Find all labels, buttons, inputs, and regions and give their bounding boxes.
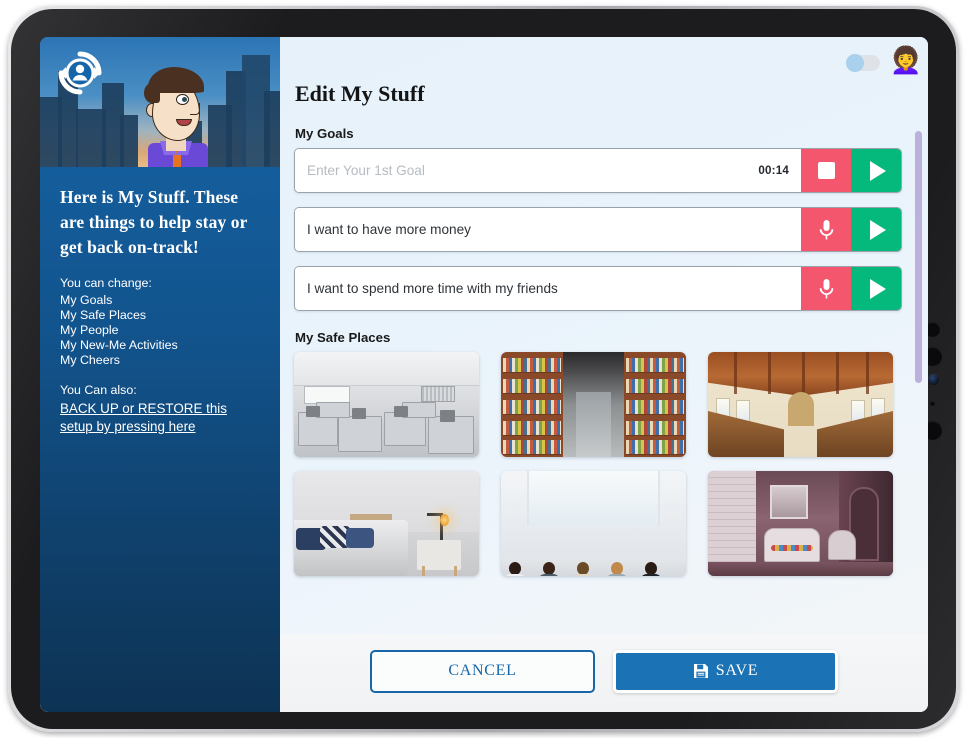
mascot-illustration <box>136 49 222 167</box>
sidebar-headline: Here is My Stuff. These are things to he… <box>60 187 248 257</box>
my-safe-places-label: My Safe Places <box>295 330 391 345</box>
save-button[interactable]: SAVE <box>613 649 838 693</box>
bezel-camera-icon <box>928 374 939 385</box>
goal-row: 00:14 <box>294 148 902 193</box>
sidebar-item-people[interactable]: My People <box>60 323 260 338</box>
hero-illustration <box>40 37 280 167</box>
safe-place-thumb-support-group[interactable] <box>501 471 686 576</box>
cancel-button[interactable]: CANCEL <box>370 649 595 693</box>
content-scrollbar-thumb[interactable] <box>915 131 922 383</box>
safe-place-thumb-library-aisle[interactable] <box>501 352 686 457</box>
my-goals-label: My Goals <box>295 126 354 141</box>
scrollable-content: Edit My Stuff My Goals 00:14 <box>280 71 928 634</box>
assist-toggle[interactable] <box>846 54 880 72</box>
safe-places-grid <box>294 352 902 576</box>
sidebar-item-goals[interactable]: My Goals <box>60 293 260 308</box>
goal-input-3[interactable] <box>295 267 801 310</box>
goal-row <box>294 266 902 311</box>
sidebar-change-list: My Goals My Safe Places My People My New… <box>60 293 260 369</box>
tablet-screen: Here is My Stuff. These are things to he… <box>40 37 928 712</box>
save-button-label: SAVE <box>715 662 759 679</box>
mic-glyph <box>819 278 833 298</box>
footer-actions: CANCEL SAVE <box>280 634 928 712</box>
tablet-body: Here is My Stuff. These are things to he… <box>11 9 956 729</box>
sidebar-also-label: You Can also: <box>60 383 137 398</box>
sidebar-change-label: You can change: <box>60 275 152 290</box>
microphone-icon[interactable] <box>801 267 851 310</box>
goal-input-1[interactable] <box>295 149 759 192</box>
sidebar-item-cheers[interactable]: My Cheers <box>60 353 260 368</box>
content-scrollbar-track[interactable] <box>915 127 922 447</box>
top-bar: 👩‍🦱 <box>280 37 928 73</box>
sidebar-panel: Here is My Stuff. These are things to he… <box>40 167 280 436</box>
sidebar-item-activities[interactable]: My New-Me Activities <box>60 338 260 353</box>
stop-icon[interactable] <box>801 149 851 192</box>
account-refresh-icon[interactable] <box>56 49 104 97</box>
backup-restore-link[interactable]: BACK UP or RESTORE this setup by pressin… <box>60 400 260 436</box>
page-title: Edit My Stuff <box>295 81 425 106</box>
safe-place-thumb-porch[interactable] <box>708 471 893 576</box>
play-icon[interactable] <box>851 208 901 251</box>
goal-input-2[interactable] <box>295 208 801 251</box>
safe-place-thumb-bedroom[interactable] <box>294 471 479 576</box>
deaf-woman-emoji[interactable]: 👩‍🦱 <box>890 47 922 73</box>
safe-place-thumb-church-interior[interactable] <box>708 352 893 457</box>
main-content: 👩‍🦱 Edit My Stuff My Goals 00:14 <box>280 37 928 712</box>
tablet-frame: Here is My Stuff. These are things to he… <box>8 6 959 732</box>
play-triangle-glyph <box>869 219 886 240</box>
goal-row <box>294 207 902 252</box>
stop-square-glyph <box>817 162 835 179</box>
play-icon[interactable] <box>851 149 901 192</box>
goal-timer-1: 00:14 <box>758 164 789 177</box>
safe-place-thumb-office-cubicles[interactable] <box>294 352 479 457</box>
play-icon[interactable] <box>851 267 901 310</box>
sidebar-item-safe-places[interactable]: My Safe Places <box>60 308 260 323</box>
floppy-disk-icon <box>693 664 708 678</box>
toggle-knob <box>846 54 864 72</box>
mic-glyph <box>819 219 833 239</box>
sidebar: Here is My Stuff. These are things to he… <box>40 37 280 712</box>
microphone-icon[interactable] <box>801 208 851 251</box>
play-triangle-glyph <box>869 160 886 181</box>
bezel-sensor <box>930 401 935 406</box>
play-triangle-glyph <box>869 278 886 299</box>
